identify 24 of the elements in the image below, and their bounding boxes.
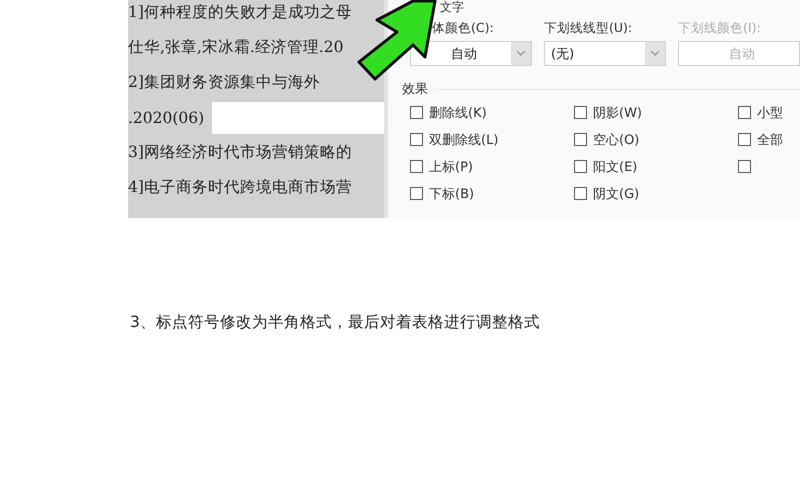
checkbox-label: 阴影(W) (593, 104, 642, 122)
reference-text: 仕华,张章,宋冰霜.经济管理.20 (128, 37, 344, 58)
dropdown[interactable]: (无) (544, 41, 666, 66)
reference-text: 4]电子商务时代跨境电商市场营 (128, 177, 352, 198)
dropdown-label: 下划线颜色(I): (678, 20, 761, 37)
caption-text: 3、标点符号修改为半角格式，最后对着表格进行调整格式 (130, 312, 540, 333)
reference-text: 2]集团财务资源集中与海外 (128, 72, 320, 93)
checkbox-label: 阳文(E) (593, 158, 638, 176)
checkbox-label: 全部 (757, 132, 783, 148)
checkbox-label: 上标(P) (429, 158, 473, 176)
dropdown[interactable]: 自动 (410, 41, 532, 66)
reference-text: 3]网络经济时代市场营销策略的 (128, 142, 352, 163)
checkbox-label: 下标(B) (429, 186, 474, 202)
reference-text: 1]何种程度的失败才是成功之母 (128, 2, 352, 23)
checkbox-label: 小型 (757, 104, 783, 122)
group-title: 效果 (402, 81, 428, 98)
reference-text: .2020(06) (128, 108, 204, 126)
dropdown-label: 下划线线型(U): (544, 20, 632, 37)
dropdown-label: 体颜色(C): (432, 20, 494, 37)
checkbox-label: 阴文(G) (593, 186, 640, 202)
checkbox-label: 删除线(K) (429, 104, 487, 122)
checkbox-label: 双删除线(L) (429, 132, 498, 148)
checkbox-label: 空心(O) (593, 132, 640, 148)
section-title: 文字 (440, 1, 464, 14)
